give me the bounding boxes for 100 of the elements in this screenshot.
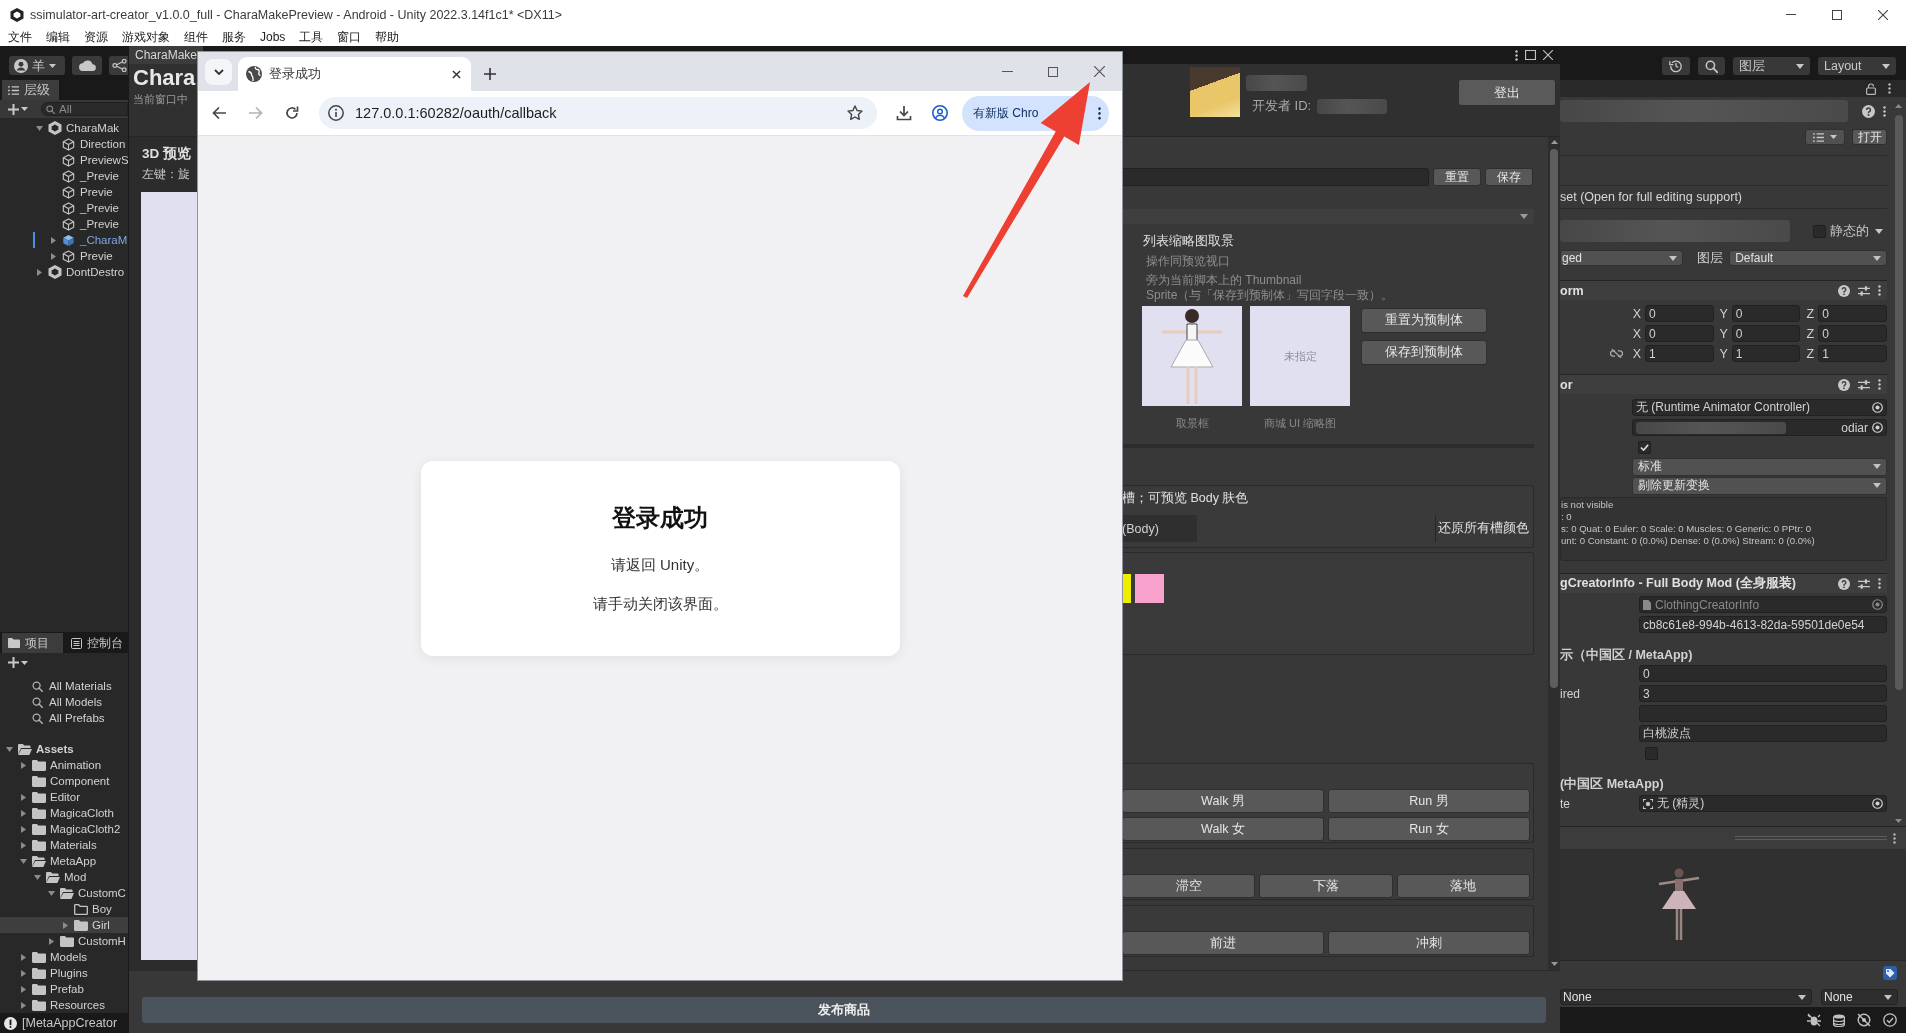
caret-icon[interactable] (1875, 228, 1883, 234)
splitter-handle[interactable] (1735, 836, 1887, 840)
dropdown[interactable]: None (1560, 989, 1812, 1005)
download-icon[interactable] (896, 105, 912, 121)
back-icon[interactable] (212, 106, 226, 120)
tree-item[interactable]: Direction (47, 136, 126, 152)
presets-icon[interactable] (1858, 378, 1870, 391)
animation-button[interactable]: 冲刺 (1328, 931, 1530, 955)
sprite-field[interactable]: 无 (精灵) (1639, 795, 1887, 812)
menu-item[interactable]: 组件 (177, 29, 215, 46)
layer-dropdown[interactable]: Default (1729, 250, 1887, 266)
saved-search-item[interactable]: All Materials (32, 678, 112, 694)
object-picker-icon[interactable] (1872, 422, 1883, 433)
logout-button[interactable]: 登出 (1458, 79, 1556, 106)
scrollbar-thumb[interactable] (1894, 115, 1903, 690)
menu-item[interactable]: Jobs (253, 29, 293, 46)
caret-right-icon[interactable] (20, 809, 26, 817)
caret-down-icon[interactable] (5, 746, 13, 752)
slot-field[interactable]: (Body) (1122, 515, 1197, 542)
caret-right-icon[interactable] (20, 969, 26, 977)
scrollbar-thumb[interactable] (1550, 149, 1558, 688)
tree-item[interactable]: CustomC (45, 885, 126, 901)
tree-item[interactable]: Plugins (17, 965, 88, 981)
number-field[interactable]: 0 (1818, 325, 1887, 342)
site-info-icon[interactable] (328, 105, 344, 121)
publish-button[interactable]: 发布商品 (142, 997, 1546, 1023)
caret-down-icon[interactable] (33, 874, 41, 880)
caret-right-icon[interactable] (20, 985, 26, 993)
animation-button[interactable]: Walk 女 (1122, 817, 1324, 841)
help-icon[interactable] (1838, 284, 1850, 297)
more-options-icon[interactable] (1878, 578, 1881, 589)
caret-right-icon[interactable] (20, 761, 26, 769)
tag-dropdown[interactable]: ged (1560, 250, 1684, 266)
animation-button[interactable]: Run 女 (1328, 817, 1530, 841)
text-field[interactable]: 3 (1639, 685, 1887, 702)
presets-icon[interactable] (1858, 284, 1870, 297)
checkbox[interactable] (1638, 440, 1651, 454)
culling-mode-dropdown[interactable]: 剔除更新变换 (1632, 476, 1887, 495)
more-options-icon[interactable] (1878, 379, 1881, 390)
tree-item[interactable]: _Previe (47, 200, 119, 216)
saved-search-item[interactable]: All Models (32, 694, 103, 710)
account-button[interactable]: 羊 (9, 56, 65, 75)
search-button[interactable] (1698, 57, 1725, 75)
more-options-icon[interactable] (1515, 49, 1518, 61)
number-field[interactable]: 1 (1645, 345, 1714, 362)
caret-right-icon[interactable] (36, 268, 42, 276)
profile-icon[interactable] (932, 105, 948, 121)
animation-button[interactable]: 前进 (1122, 931, 1324, 955)
more-options-icon[interactable] (1888, 83, 1891, 94)
tree-item[interactable]: Mod (31, 869, 87, 885)
caret-right-icon[interactable] (50, 236, 56, 244)
saved-search-item[interactable]: All Prefabs (32, 710, 105, 726)
more-options-icon[interactable] (1893, 832, 1896, 844)
tree-item[interactable]: Editor (17, 789, 81, 805)
tree-item[interactable]: Prefab (17, 981, 84, 997)
prefab-button[interactable]: 保存到预制体 (1361, 340, 1487, 365)
presets-icon[interactable] (1858, 577, 1870, 590)
tree-item[interactable]: _CharaM (47, 232, 128, 248)
tree-item[interactable]: Previe (47, 248, 113, 264)
text-field[interactable]: cb8c61e8-994b-4613-82da-59501de0e54 (1639, 616, 1887, 633)
tree-item[interactable]: Resources (17, 997, 105, 1013)
text-field[interactable]: 0 (1639, 665, 1887, 682)
menu-item[interactable]: 服务 (215, 29, 253, 46)
menu-item[interactable]: 窗口 (330, 29, 369, 46)
help-icon[interactable] (1838, 378, 1850, 391)
menu-item[interactable]: 游戏对象 (115, 29, 177, 46)
number-field[interactable]: 0 (1818, 305, 1887, 322)
tree-item[interactable]: Animation (17, 757, 102, 773)
number-field[interactable]: 1 (1818, 345, 1887, 362)
caret-down-icon[interactable] (35, 125, 43, 131)
tree-item[interactable]: MagicaCloth (17, 805, 114, 821)
tab-search-button[interactable] (205, 59, 232, 85)
animation-button[interactable]: 落地 (1396, 874, 1530, 898)
tree-item[interactable]: CustomH (45, 933, 126, 949)
scroll-down-icon[interactable] (1550, 962, 1558, 966)
help-icon[interactable] (1862, 104, 1875, 118)
text-field[interactable] (1122, 168, 1429, 186)
small-button[interactable]: 保存 (1485, 168, 1533, 186)
animation-button[interactable]: 下落 (1259, 874, 1393, 898)
cloud-button[interactable] (72, 56, 102, 75)
close-tab-icon[interactable] (452, 69, 461, 79)
caret-right-icon[interactable] (50, 252, 56, 260)
caret-right-icon[interactable] (20, 953, 26, 961)
controller-field[interactable]: 无 (Runtime Animator Controller) (1632, 399, 1887, 416)
checkbox[interactable] (1645, 747, 1658, 760)
layers-dropdown[interactable]: 图层 (1733, 57, 1810, 75)
number-field[interactable]: 0 (1645, 305, 1714, 322)
maximize-icon[interactable] (1525, 50, 1536, 60)
tree-item[interactable]: Materials (17, 837, 97, 853)
bookmark-star-icon[interactable] (847, 105, 863, 121)
panel-tab[interactable]: 项目 (2, 633, 63, 653)
tree-item[interactable]: Girl (0, 917, 128, 933)
reset-colors-button[interactable]: 还原所有槽颜色 (1435, 515, 1531, 542)
number-field[interactable]: 0 (1731, 325, 1801, 342)
number-field[interactable]: 0 (1645, 325, 1714, 342)
object-picker-icon[interactable] (1872, 402, 1883, 413)
tree-item[interactable]: CharaMak (33, 120, 120, 136)
tree-item[interactable]: Component (17, 773, 110, 789)
menu-item[interactable]: 工具 (292, 29, 331, 46)
crossed-circle-icon[interactable] (1857, 1013, 1871, 1027)
